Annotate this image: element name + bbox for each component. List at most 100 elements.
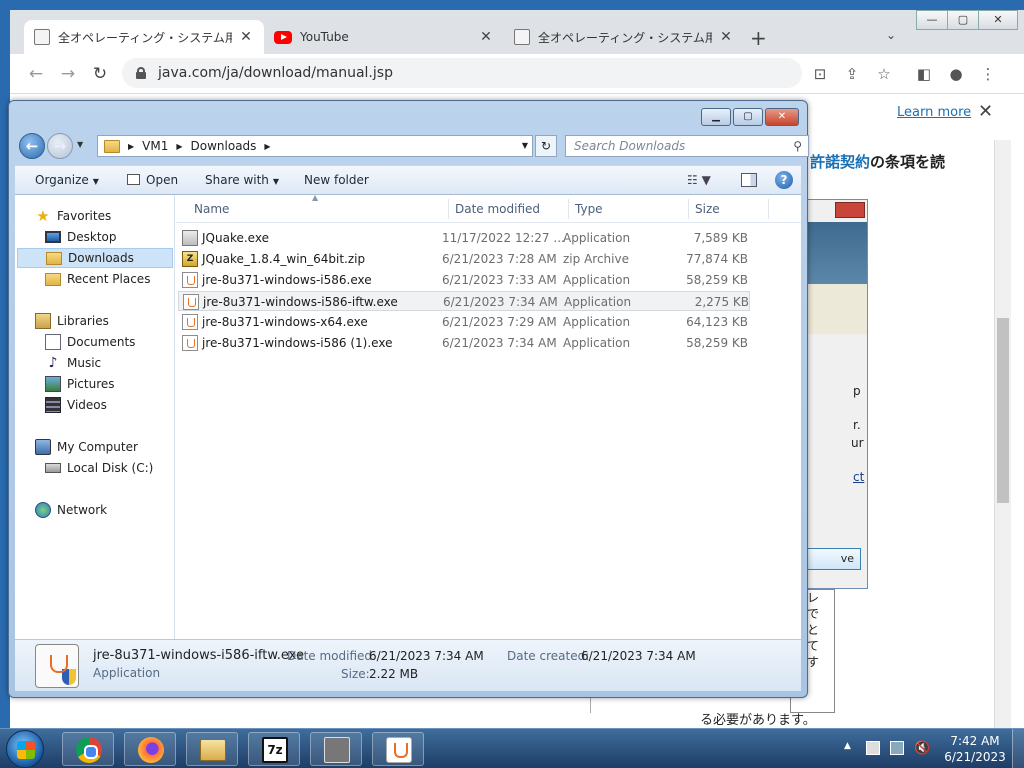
file-row[interactable]: jre-8u371-windows-i586 (1).exe 6/21/2023… [178, 333, 750, 353]
action-center-icon[interactable] [866, 741, 880, 755]
column-header-date-modified[interactable]: Date modified [455, 202, 540, 216]
breadcrumb-vm1[interactable]: VM1 [142, 139, 168, 153]
tab-search-chevron-icon[interactable]: ⌄ [886, 28, 896, 42]
volume-muted-icon[interactable]: 🔇 [914, 741, 930, 756]
close-icon[interactable]: ✕ [978, 101, 993, 122]
organize-button[interactable]: Organize ▼ [35, 173, 99, 187]
nav-favorites[interactable]: ★ Favorites [35, 206, 111, 226]
dialog-close-button[interactable] [835, 202, 865, 218]
close-tab-icon[interactable]: ✕ [478, 29, 494, 45]
nav-pictures[interactable]: Pictures [45, 374, 115, 394]
taskbar-jquake[interactable] [310, 732, 362, 766]
taskbar-7zip[interactable]: 7z [248, 732, 300, 766]
breadcrumb-chevron-icon[interactable]: ▶ [264, 142, 270, 151]
show-desktop-button[interactable] [1012, 729, 1024, 768]
close-window-button[interactable]: ✕ [765, 108, 799, 126]
close-window-button[interactable]: ✕ [978, 10, 1018, 30]
breadcrumb-chevron-icon[interactable]: ▶ [176, 142, 182, 151]
column-divider[interactable] [768, 199, 769, 219]
share-icon[interactable]: ⇪ [842, 64, 862, 84]
taskbar-java[interactable] [372, 732, 424, 766]
nav-documents[interactable]: Documents [45, 332, 135, 352]
minimize-button[interactable]: — [916, 10, 948, 30]
file-row[interactable]: Z JQuake_1.8.4_win_64bit.zip 6/21/2023 7… [178, 249, 750, 269]
file-row[interactable]: jre-8u371-windows-x64.exe 6/21/2023 7:29… [178, 312, 750, 332]
forward-arrow-icon[interactable]: → [56, 62, 80, 86]
nav-downloads[interactable]: Downloads [17, 248, 173, 268]
system-tray: ▲ 🔇 [840, 737, 940, 761]
breadcrumb-chevron-icon[interactable]: ▶ [128, 142, 134, 151]
taskbar-chrome[interactable] [62, 732, 114, 766]
column-divider[interactable] [568, 199, 569, 219]
address-bar[interactable]: java.com/ja/download/manual.jsp [122, 58, 802, 88]
file-row-selected[interactable]: jre-8u371-windows-i586-iftw.exe 6/21/202… [178, 291, 750, 311]
preview-pane-icon[interactable] [741, 173, 757, 187]
lock-icon [136, 67, 146, 79]
column-header-name[interactable]: Name [194, 202, 229, 216]
nav-network[interactable]: Network [35, 500, 107, 520]
nav-label: Pictures [67, 377, 115, 391]
close-tab-icon[interactable]: ✕ [238, 29, 254, 45]
column-header-size[interactable]: Size [695, 202, 720, 216]
open-button[interactable]: Open [127, 173, 178, 187]
help-icon[interactable]: ? [775, 171, 793, 189]
maximize-button[interactable]: ▢ [733, 108, 763, 126]
clock[interactable]: 7:42 AM 6/21/2023 [942, 733, 1008, 765]
nav-recent-places[interactable]: Recent Places [45, 269, 150, 289]
close-tab-icon[interactable]: ✕ [718, 29, 734, 45]
dialog-action-button[interactable]: ve [807, 548, 861, 570]
license-agreement-link[interactable]: 許諾契約 [810, 153, 870, 171]
details-file-name: jre-8u371-windows-i586-iftw.exe [93, 648, 304, 663]
heading-text: の条項を読 [870, 153, 946, 171]
minimize-button[interactable]: ▁ [701, 108, 731, 126]
browser-tab-java-download-2[interactable]: 全オペレーティング・システム用のJava ✕ [504, 20, 744, 54]
search-input[interactable]: Search Downloads ⚲ [565, 135, 809, 157]
nav-libraries[interactable]: Libraries [35, 311, 109, 331]
change-view-icon[interactable]: ☷ ▼ [687, 173, 711, 187]
reload-icon[interactable]: ↻ [88, 62, 112, 86]
maximize-button[interactable]: ▢ [947, 10, 979, 30]
browser-tab-java-download-1[interactable]: 全オペレーティング・システム用のJava ✕ [24, 20, 264, 54]
address-dropdown-icon[interactable]: ▼ [522, 141, 528, 150]
taskbar-explorer[interactable] [186, 732, 238, 766]
taskbar-firefox[interactable] [124, 732, 176, 766]
translate-icon[interactable]: ⊡ [810, 64, 830, 84]
file-row[interactable]: jre-8u371-windows-i586.exe 6/21/2023 7:3… [178, 270, 750, 290]
new-tab-button[interactable]: + [750, 26, 767, 50]
details-date-modified: 6/21/2023 7:34 AM [369, 649, 484, 663]
nav-local-disk[interactable]: Local Disk (C:) [45, 458, 153, 478]
breadcrumb-downloads[interactable]: Downloads [191, 139, 257, 153]
back-arrow-icon[interactable]: ← [19, 133, 45, 159]
side-panel-icon[interactable]: ◧ [914, 64, 934, 84]
chrome-menu-icon[interactable]: ⋮ [978, 64, 998, 84]
nav-videos[interactable]: Videos [45, 395, 107, 415]
share-with-button[interactable]: Share with ▼ [205, 173, 279, 187]
refresh-button[interactable]: ↻ [535, 135, 557, 157]
browser-tab-youtube[interactable]: YouTube ✕ [264, 20, 504, 54]
scrollbar-thumb[interactable] [997, 318, 1009, 503]
column-divider[interactable] [448, 199, 449, 219]
new-folder-button[interactable]: New folder [304, 173, 369, 187]
show-hidden-icons-chevron-icon[interactable]: ▲ [844, 741, 858, 755]
recent-locations-chevron-icon[interactable]: ▼ [77, 140, 83, 149]
start-button[interactable] [6, 730, 44, 768]
column-divider[interactable] [688, 199, 689, 219]
bookmark-star-icon[interactable]: ☆ [874, 64, 894, 84]
nav-my-computer[interactable]: My Computer [35, 437, 138, 457]
file-row[interactable]: JQuake.exe 11/17/2022 12:27 ... Applicat… [178, 228, 750, 248]
explorer-address-bar[interactable]: ▶ VM1 ▶ Downloads ▶ ▼ [97, 135, 533, 157]
column-header-type[interactable]: Type [575, 202, 603, 216]
page-scrollbar[interactable] [994, 140, 1011, 728]
profile-avatar-icon[interactable]: ● [946, 64, 966, 84]
address-row: ← → ▼ ▶ VM1 ▶ Downloads ▶ ▼ ↻ Search Dow… [17, 131, 809, 161]
nav-music[interactable]: ♪ Music [45, 353, 102, 373]
7zip-icon: 7z [262, 737, 288, 763]
dialog-link-fragment[interactable]: ct [853, 470, 864, 484]
clock-date: 6/21/2023 [944, 750, 1006, 764]
forward-arrow-icon[interactable]: → [47, 133, 73, 159]
nav-label: Recent Places [67, 272, 151, 286]
network-tray-icon[interactable] [890, 741, 904, 755]
nav-desktop[interactable]: Desktop [45, 227, 117, 247]
back-arrow-icon[interactable]: ← [24, 62, 48, 86]
learn-more-link[interactable]: Learn more [897, 105, 971, 120]
